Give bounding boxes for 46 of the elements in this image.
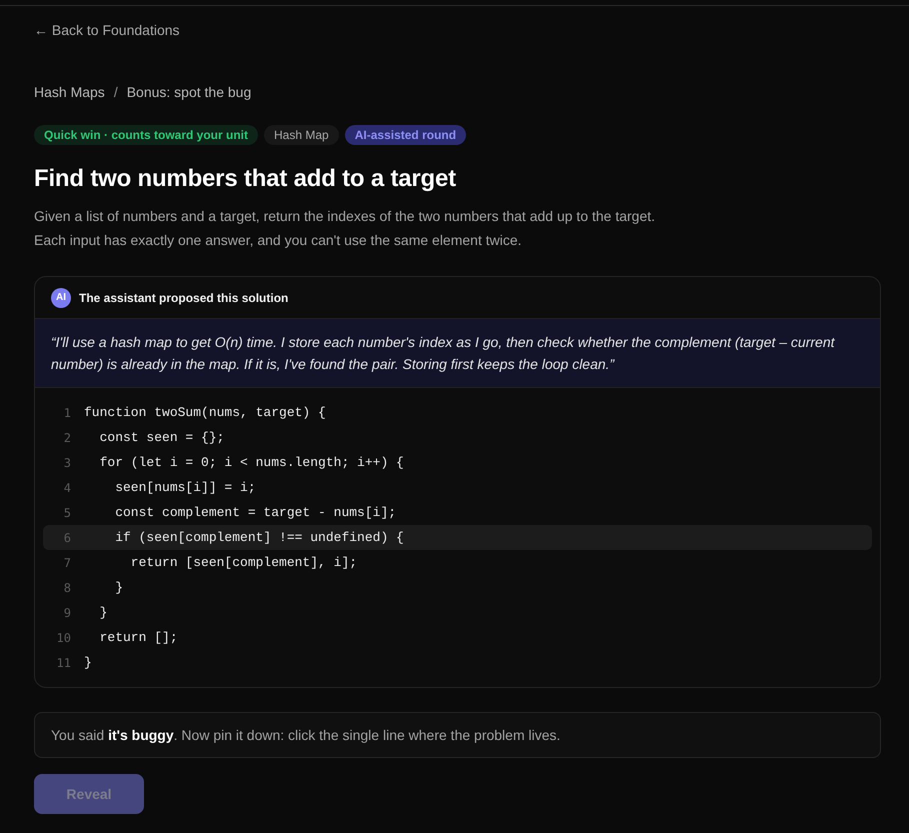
tag: Quick win · counts toward your unit — [34, 125, 258, 145]
ai-avatar: AI — [51, 288, 71, 308]
line-number: 2 — [62, 430, 71, 444]
code-text: for (let i = 0; i < nums.length; i++) { — [98, 455, 404, 470]
hint-box: You said it's buggy. Now pin it down: click the single line where the problem lives. — [34, 712, 881, 758]
line-number: 9 — [62, 606, 71, 620]
line-number: 10 — [56, 630, 71, 644]
line-number: 8 — [62, 580, 71, 594]
line-number: 11 — [56, 656, 71, 670]
code-line[interactable]: 2 const seen = {}; — [43, 425, 872, 450]
code-text: return [seen[complement], i]; — [130, 555, 358, 570]
code-line[interactable]: 3 for (let i = 0; i < nums.length; i++) { — [43, 450, 872, 475]
code-line[interactable]: 10 return []; — [43, 625, 872, 650]
card-heading: The assistant proposed this solution — [79, 290, 288, 304]
line-number: 3 — [62, 456, 71, 470]
line-number: 5 — [62, 506, 71, 520]
code-line[interactable]: 5 const complement = target - nums[i]; — [43, 500, 872, 525]
breadcrumb-item[interactable]: Bonus: spot the bug — [126, 81, 252, 103]
breadcrumb-item[interactable]: Hash Maps — [34, 81, 105, 103]
page-title: Find two numbers that add to a target — [34, 164, 456, 194]
code-text: } — [98, 605, 108, 620]
code-line[interactable]: 4 seen[nums[i]] = i; — [43, 475, 872, 500]
breadcrumb-separator: / — [114, 83, 118, 102]
code-line[interactable]: 9 } — [43, 600, 872, 625]
tag: AI-assisted round — [344, 125, 466, 145]
description-text: Each input has exactly one answer, and you can't use the same element twice. — [34, 231, 523, 250]
code-text: const complement = target - nums[i]; — [114, 505, 396, 520]
code-text: function twoSum(nums, target) { — [84, 405, 326, 420]
back-link[interactable]: ← Back to Foundations — [34, 19, 180, 41]
tag: Hash Map — [264, 125, 339, 145]
code-line[interactable]: 11 } — [43, 650, 872, 675]
code-text: } — [114, 580, 124, 595]
code-text: seen[nums[i]] = i; — [114, 480, 256, 495]
code-text: return []; — [98, 630, 178, 645]
code-text: const seen = {}; — [98, 430, 224, 445]
code-line[interactable]: 7 return [seen[complement], i]; — [43, 550, 872, 575]
line-number: 1 — [62, 406, 71, 420]
description-text: Given a list of numbers and a target, return the indexes of the two numbers that add up to the target. — [34, 207, 656, 226]
code-line[interactable]: 8 } — [43, 575, 872, 600]
line-number: 6 — [62, 530, 71, 544]
line-number: 7 — [62, 556, 71, 570]
code-text: } — [84, 655, 92, 670]
code-line[interactable]: 1 function twoSum(nums, target) { — [43, 400, 872, 425]
code-text: if (seen[complement] !== undefined) { — [114, 530, 404, 545]
assistant-quote: “I'll use a hash map to get O(n) time. I store each number's index as I go, then check whether the complement (target – current number) is already in the map. If it is, I've found the pair. Storing first keeps the loop clean.” — [35, 319, 880, 388]
line-number: 4 — [62, 480, 71, 494]
